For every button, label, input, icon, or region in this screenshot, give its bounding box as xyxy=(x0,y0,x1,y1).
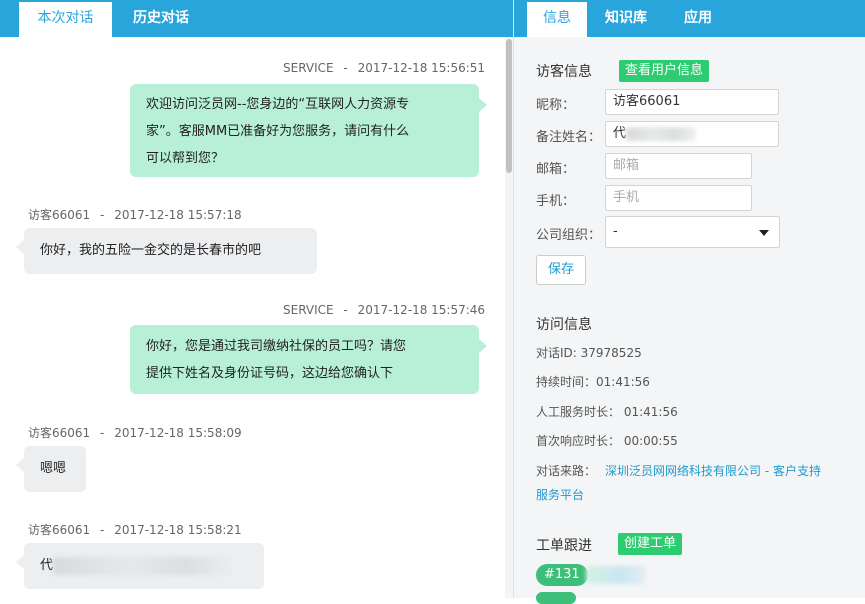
manual-service-duration: 人工服务时长： 01:41:56 xyxy=(536,405,678,419)
scrollbar-thumb[interactable] xyxy=(506,39,512,173)
meta-separator: - xyxy=(343,303,348,317)
conversation-panel: 本次对话 历史对话 SERVICE - 2017-12-18 15:56:51 … xyxy=(0,0,513,598)
redacted-text xyxy=(626,126,697,141)
tab-info[interactable]: 信息 xyxy=(527,2,587,37)
message-time: 2017-12-18 15:56:51 xyxy=(357,61,486,75)
meta-separator: - xyxy=(100,208,105,222)
message-sender: SERVICE xyxy=(283,61,334,75)
source-link-continued[interactable]: 服务平台 xyxy=(536,486,584,503)
ticket-tag-partial[interactable] xyxy=(536,592,576,604)
message-sender: 访客66061 xyxy=(28,208,91,222)
email-field[interactable]: 邮箱 xyxy=(605,153,752,179)
company-label: 公司组织： xyxy=(536,228,602,243)
message-line: 嗯嗯 xyxy=(40,461,67,476)
phone-label: 手机： xyxy=(536,194,576,209)
visitor-message-bubble: 嗯嗯 xyxy=(16,446,86,492)
redacted-text xyxy=(53,556,244,575)
remark-name-label: 备注姓名： xyxy=(536,130,602,145)
service-message-bubble: 你好，您是通过我司缴纳社保的员工吗？请您 提供下姓名及身份证号码，这边给您确认下 xyxy=(130,325,487,394)
message-line: 你好，您是通过我司缴纳社保的员工吗？请您 xyxy=(146,339,407,354)
message-time: 2017-12-18 15:57:18 xyxy=(114,208,242,222)
visitor-info-title: 访客信息 xyxy=(536,64,592,80)
redacted-text xyxy=(586,566,646,584)
create-ticket-button[interactable]: 创建工单 xyxy=(618,533,683,555)
info-tabs: 信息 知识库 应用 xyxy=(514,0,865,37)
message-meta: SERVICE - 2017-12-18 15:57:46 xyxy=(283,303,485,317)
message-list[interactable]: SERVICE - 2017-12-18 15:56:51 欢迎访问泛员网--您… xyxy=(0,37,505,598)
message-time: 2017-12-18 15:58:09 xyxy=(114,426,242,440)
message-scrollbar[interactable] xyxy=(505,37,513,598)
tab-current-conversation[interactable]: 本次对话 xyxy=(19,2,112,37)
ticket-follow-title: 工单跟进 xyxy=(536,538,592,554)
meta-separator: - xyxy=(100,523,105,537)
message-meta: 访客66061 - 2017-12-18 15:58:09 xyxy=(28,424,242,441)
message-line: 你好，我的五险一金交的是长春市的吧 xyxy=(40,243,262,258)
view-user-info-button[interactable]: 查看用户信息 xyxy=(619,60,710,82)
source-label: 对话来路： xyxy=(536,464,597,478)
visitor-message-bubble: 代 xyxy=(16,543,264,589)
message-meta: 访客66061 - 2017-12-18 15:58:21 xyxy=(28,521,242,538)
conversation-tabs: 本次对话 历史对话 xyxy=(0,0,513,37)
session-duration: 持续时间：01:41:56 xyxy=(536,375,650,389)
visitor-message-bubble: 你好，我的五险一金交的是长春市的吧 xyxy=(16,228,317,274)
message-meta: SERVICE - 2017-12-18 15:56:51 xyxy=(283,61,485,75)
tab-history-conversation[interactable]: 历史对话 xyxy=(118,0,204,37)
company-selected-value: - xyxy=(613,224,618,239)
save-button[interactable]: 保存 xyxy=(536,255,586,285)
message-sender: 访客66061 xyxy=(28,426,91,440)
email-label: 邮箱： xyxy=(536,162,576,177)
message-time: 2017-12-18 15:57:46 xyxy=(357,303,486,317)
company-select[interactable]: - xyxy=(605,216,780,248)
session-id: 对话ID: 37978525 xyxy=(536,346,642,360)
message-line: 代 xyxy=(40,558,54,573)
source-link[interactable]: 深圳泛员网网络科技有限公司 - 客户支持 xyxy=(605,462,821,479)
phone-field[interactable]: 手机 xyxy=(605,185,752,211)
message-meta: 访客66061 - 2017-12-18 15:57:18 xyxy=(28,206,242,223)
tab-apps[interactable]: 应用 xyxy=(684,0,712,37)
ticket-tag[interactable]: #131 xyxy=(536,564,588,586)
message-line: 提供下姓名及身份证号码，这边给您确认下 xyxy=(146,366,394,381)
meta-separator: - xyxy=(343,61,348,75)
message-sender: SERVICE xyxy=(283,303,334,317)
nickname-field[interactable]: 访客66061 xyxy=(605,89,779,115)
tab-knowledge-base[interactable]: 知识库 xyxy=(605,0,647,37)
service-message-bubble: 欢迎访问泛员网--您身边的“互联网人力资源专 家”。客服MM已准备好为您服务，请… xyxy=(130,84,487,177)
message-line: 可以帮到您？ xyxy=(146,151,225,166)
message-line: 家”。客服MM已准备好为您服务，请问有什么 xyxy=(146,124,410,139)
info-panel: 信息 知识库 应用 访客信息 查看用户信息 昵称： 访客66061 备注姓名： … xyxy=(513,0,865,604)
message-sender: 访客66061 xyxy=(28,523,91,537)
visit-info-title: 访问信息 xyxy=(536,317,592,333)
message-line: 欢迎访问泛员网--您身边的“互联网人力资源专 xyxy=(146,97,410,112)
remark-name-value: 代 xyxy=(613,126,627,141)
message-time: 2017-12-18 15:58:21 xyxy=(114,523,242,537)
first-response-time: 首次响应时长： 00:00:55 xyxy=(536,434,678,448)
ticket-tag-label: #131 xyxy=(544,567,580,582)
remark-name-field[interactable]: 代 xyxy=(605,121,779,147)
meta-separator: - xyxy=(100,426,105,440)
chevron-down-icon xyxy=(759,230,769,236)
nickname-label: 昵称： xyxy=(536,98,576,113)
